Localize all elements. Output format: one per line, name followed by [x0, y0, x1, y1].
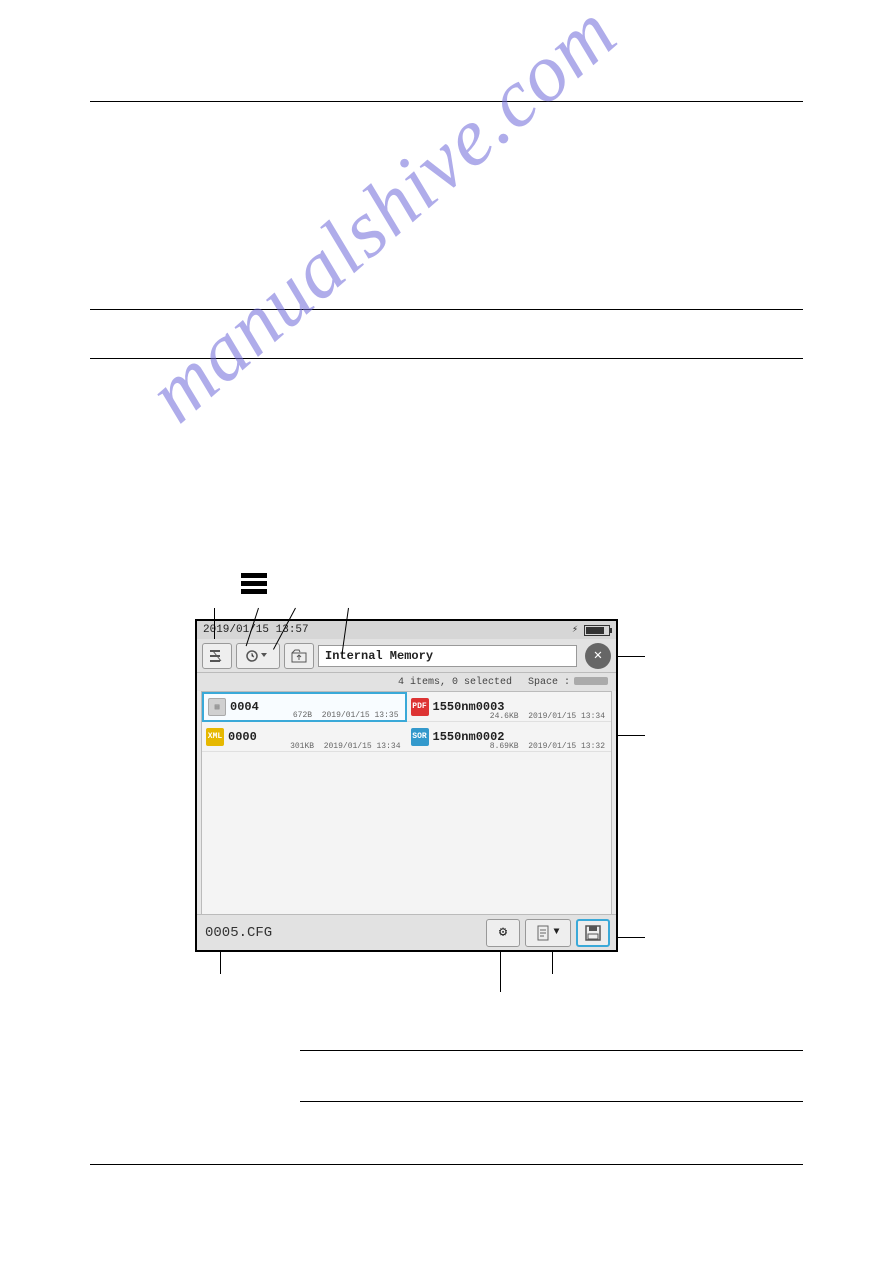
status-right: ⚡ — [572, 624, 610, 636]
save-icon — [585, 925, 601, 941]
file-list[interactable]: ▦ 0004 672B 2019/01/15 13:35 PDF 1550nm0… — [201, 691, 612, 915]
close-button[interactable]: ✕ — [585, 643, 611, 669]
section-rule — [300, 1101, 803, 1102]
file-item[interactable]: PDF 1550nm0003 24.6KB 2019/01/15 13:34 — [407, 692, 612, 722]
callout-line — [220, 952, 221, 974]
bottom-toolbar: 0005.CFG ⚙ ▼ — [197, 914, 616, 950]
status-bar: 2019/01/15 13:57 ⚡ — [197, 621, 616, 639]
status-datetime: 2019/01/15 13:57 — [203, 624, 309, 636]
file-type-icon: ▦ — [208, 698, 226, 716]
grid-view-icon — [241, 573, 267, 597]
filename-field[interactable]: 0005.CFG — [203, 925, 481, 941]
callout-line — [214, 608, 215, 639]
close-icon: ✕ — [594, 647, 602, 664]
power-icon: ⚡ — [572, 624, 578, 636]
file-item[interactable]: XML 0000 301KB 2019/01/15 13:34 — [202, 722, 407, 752]
file-toolbar: Internal Memory ✕ — [197, 639, 616, 673]
up-folder-button[interactable] — [284, 643, 314, 669]
path-display[interactable]: Internal Memory — [318, 645, 577, 667]
file-meta: 8.69KB 2019/01/15 13:32 — [490, 742, 605, 751]
file-type-icon: SOR — [411, 728, 429, 746]
items-count: 4 items, 0 selected — [398, 677, 512, 688]
document-icon — [536, 925, 550, 941]
section-rule — [300, 1050, 803, 1051]
section-rule — [90, 358, 803, 359]
settings-button[interactable]: ⚙ — [486, 919, 520, 947]
chevron-down-icon: ▼ — [553, 927, 559, 938]
file-name: 0004 — [230, 700, 259, 714]
file-item[interactable]: ▦ 0004 672B 2019/01/15 13:35 — [202, 692, 407, 722]
callout-line — [617, 735, 645, 736]
space-indicator: Space : — [528, 677, 608, 688]
section-rule — [90, 309, 803, 310]
callout-line — [617, 937, 645, 938]
battery-icon — [584, 625, 610, 636]
callout-line — [552, 952, 553, 974]
file-type-icon: PDF — [411, 698, 429, 716]
file-meta: 672B 2019/01/15 13:35 — [293, 711, 399, 720]
section-rule — [90, 1164, 803, 1165]
watermark-text: manualshive.com — [130, 0, 634, 441]
file-info-row: 4 items, 0 selected Space : — [197, 673, 616, 691]
device-screenshot: 2019/01/15 13:57 ⚡ Internal Memory ✕ 4 i… — [195, 619, 618, 952]
save-button[interactable] — [576, 919, 610, 947]
document-page: manualshive.com 2019/01/15 13:57 ⚡ — [0, 0, 893, 1263]
gear-icon: ⚙ — [499, 924, 507, 941]
section-rule — [90, 101, 803, 102]
file-type-dropdown[interactable]: ▼ — [525, 919, 571, 947]
multi-select-button[interactable] — [202, 643, 232, 669]
callout-line — [617, 656, 645, 657]
file-type-icon: XML — [206, 728, 224, 746]
file-item[interactable]: SOR 1550nm0002 8.69KB 2019/01/15 13:32 — [407, 722, 612, 752]
callout-line — [500, 952, 501, 992]
file-meta: 301KB 2019/01/15 13:34 — [290, 742, 400, 751]
file-name: 0000 — [228, 730, 257, 744]
file-meta: 24.6KB 2019/01/15 13:34 — [490, 712, 605, 721]
